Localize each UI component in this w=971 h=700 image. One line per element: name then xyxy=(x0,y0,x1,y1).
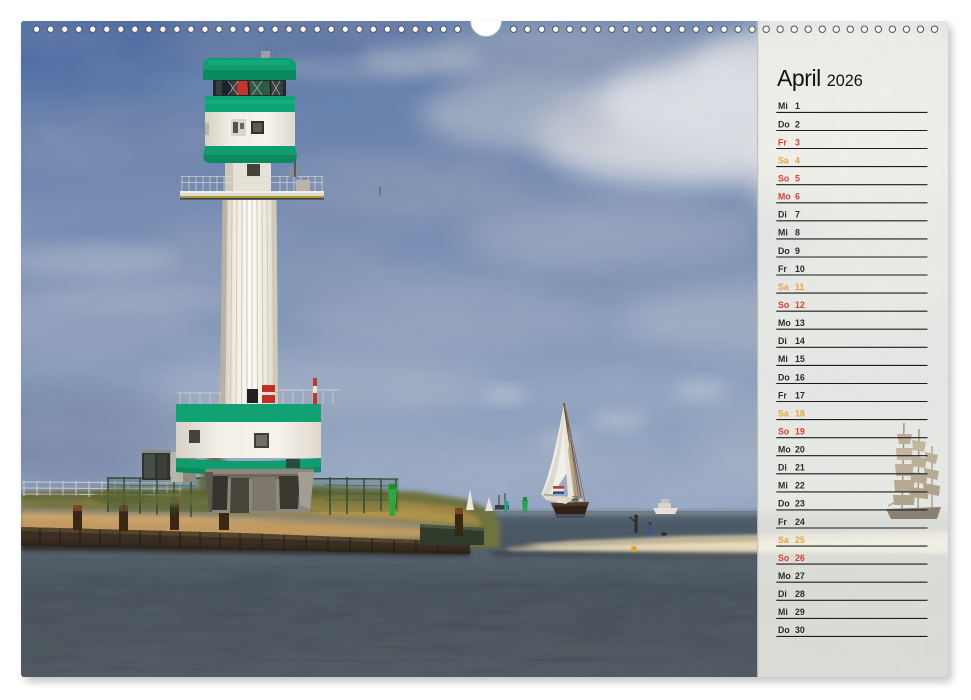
svg-text:25: 25 xyxy=(795,535,805,545)
svg-text:30: 30 xyxy=(795,625,805,635)
svg-text:Do: Do xyxy=(778,119,790,129)
svg-text:Mi: Mi xyxy=(778,228,788,238)
svg-text:2: 2 xyxy=(795,119,800,129)
svg-text:Sa: Sa xyxy=(778,535,789,545)
svg-text:Di: Di xyxy=(778,589,787,599)
svg-text:So: So xyxy=(778,174,790,184)
svg-text:7: 7 xyxy=(795,210,800,220)
svg-text:Fr: Fr xyxy=(778,390,787,400)
svg-text:16: 16 xyxy=(795,372,805,382)
svg-text:21: 21 xyxy=(795,463,805,473)
svg-text:Do: Do xyxy=(778,625,790,635)
svg-text:Mi: Mi xyxy=(778,481,788,491)
svg-text:28: 28 xyxy=(795,589,805,599)
svg-text:27: 27 xyxy=(795,571,805,581)
svg-text:Di: Di xyxy=(778,463,787,473)
svg-text:Mo: Mo xyxy=(778,445,791,455)
svg-text:Sa: Sa xyxy=(778,408,789,418)
svg-text:29: 29 xyxy=(795,607,805,617)
svg-text:Mi: Mi xyxy=(778,607,788,617)
svg-text:9: 9 xyxy=(795,246,800,256)
svg-text:23: 23 xyxy=(795,499,805,509)
svg-text:Fr: Fr xyxy=(778,264,787,274)
svg-text:20: 20 xyxy=(795,445,805,455)
svg-text:6: 6 xyxy=(795,192,800,202)
svg-text:Mo: Mo xyxy=(778,318,791,328)
svg-text:Mo: Mo xyxy=(778,571,791,581)
svg-text:Do: Do xyxy=(778,372,790,382)
svg-text:Do: Do xyxy=(778,246,790,256)
svg-text:Do: Do xyxy=(778,499,790,509)
svg-text:12: 12 xyxy=(795,300,805,310)
svg-text:11: 11 xyxy=(795,282,804,292)
svg-text:17: 17 xyxy=(795,390,805,400)
svg-text:8: 8 xyxy=(795,228,800,238)
svg-text:15: 15 xyxy=(795,354,805,364)
svg-text:So: So xyxy=(778,553,790,563)
svg-text:Di: Di xyxy=(778,336,787,346)
svg-text:Mi: Mi xyxy=(778,354,788,364)
svg-text:24: 24 xyxy=(795,517,805,527)
svg-text:Di: Di xyxy=(778,210,787,220)
svg-text:Mi: Mi xyxy=(778,101,788,111)
svg-text:10: 10 xyxy=(795,264,805,274)
svg-text:Mo: Mo xyxy=(778,192,791,202)
svg-text:5: 5 xyxy=(795,174,800,184)
svg-text:19: 19 xyxy=(795,427,805,437)
svg-text:18: 18 xyxy=(795,408,805,418)
svg-text:26: 26 xyxy=(795,553,805,563)
svg-text:13: 13 xyxy=(795,318,805,328)
svg-text:Sa: Sa xyxy=(778,155,789,165)
svg-text:14: 14 xyxy=(795,336,805,346)
svg-text:Fr: Fr xyxy=(778,517,787,527)
svg-text:Sa: Sa xyxy=(778,282,789,292)
svg-text:So: So xyxy=(778,300,790,310)
svg-text:So: So xyxy=(778,427,790,437)
svg-text:4: 4 xyxy=(795,155,800,165)
svg-text:22: 22 xyxy=(795,481,805,491)
svg-text:Fr: Fr xyxy=(778,137,787,147)
svg-text:1: 1 xyxy=(795,101,800,111)
svg-text:3: 3 xyxy=(795,137,800,147)
